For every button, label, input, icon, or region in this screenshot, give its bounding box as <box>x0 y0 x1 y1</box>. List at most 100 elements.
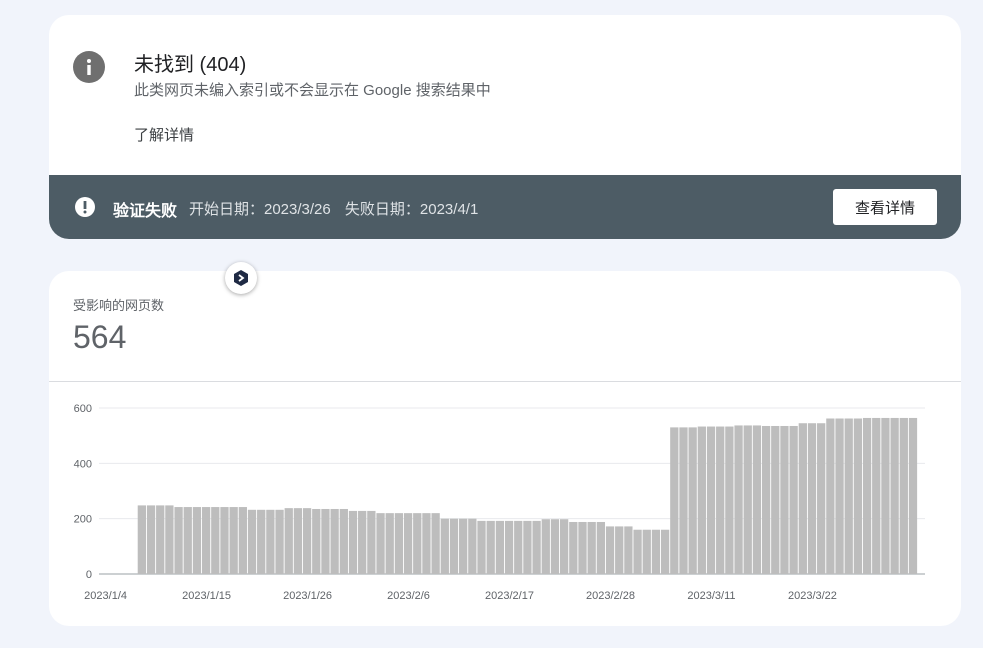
issue-title: 未找到 (404) <box>134 54 247 76</box>
chart-bar <box>569 521 578 574</box>
chart-bar <box>459 518 468 574</box>
chart-bar <box>165 505 174 574</box>
chart-bar <box>137 505 146 574</box>
chart-bar <box>477 520 486 574</box>
chart-bar <box>771 425 780 574</box>
chart-bar <box>257 509 266 574</box>
chart-bar <box>697 426 706 574</box>
chart-bar <box>624 526 633 574</box>
chart-bar <box>275 509 284 574</box>
chart-bar <box>688 427 697 574</box>
start-date: 开始日期：2023/3/26 <box>189 201 331 218</box>
chart-bar <box>192 507 202 574</box>
chart-bar <box>238 507 247 574</box>
validation-status-bar: 验证失败 开始日期：2023/3/26 失败日期：2023/4/1 查看详情 <box>49 175 961 239</box>
chart-bar <box>514 520 523 574</box>
chart-bar <box>642 529 651 574</box>
chart-bar <box>367 510 376 574</box>
x-tick-label: 2023/2/17 <box>485 590 534 602</box>
chart-bar <box>844 418 853 574</box>
chart-bar <box>321 508 330 574</box>
chart-bar <box>413 513 422 574</box>
chart-bar <box>468 518 477 574</box>
chart-bar <box>890 417 899 574</box>
chart-bar <box>266 509 275 574</box>
chart-bar <box>752 425 762 574</box>
chart-bar <box>899 417 908 574</box>
chart-bar <box>651 529 661 574</box>
chart-bar <box>706 426 716 574</box>
annotation-marker[interactable] <box>225 262 257 294</box>
learn-more-link[interactable]: 了解详情 <box>134 124 194 145</box>
x-tick-label: 2023/2/6 <box>387 590 430 602</box>
chart-bar <box>560 519 569 574</box>
chart-bar <box>605 526 615 574</box>
annotation-icon <box>234 270 248 286</box>
y-tick-label: 200 <box>74 514 92 526</box>
chart-bar <box>835 418 844 574</box>
validation-status: 验证失败 <box>113 203 178 220</box>
issue-card: 未找到 (404) 此类网页未编入索引或不会显示在 Google 搜索结果中 了… <box>49 15 961 239</box>
issue-subtitle: 此类网页未编入索引或不会显示在 Google 搜索结果中 <box>134 82 491 99</box>
x-tick-label: 2023/1/26 <box>283 590 332 602</box>
chart-bar <box>358 510 367 574</box>
chart-bar <box>495 520 505 574</box>
chart-bar <box>789 425 798 574</box>
chart-bar <box>330 508 339 574</box>
chart-bar <box>504 520 514 574</box>
y-tick-label: 0 <box>86 569 92 581</box>
alert-icon <box>75 197 95 217</box>
chart-bar <box>725 426 734 574</box>
chart-bar <box>615 526 624 574</box>
chart-bar <box>486 520 495 574</box>
chart-bar <box>403 513 413 574</box>
fail-date: 失败日期：2023/4/1 <box>344 201 479 218</box>
chart-bar <box>302 508 312 574</box>
x-tick-label: 2023/3/11 <box>687 590 735 602</box>
chart-bar <box>550 519 560 574</box>
chart-bar <box>578 521 587 574</box>
chart-bar <box>146 505 156 574</box>
chart-bar <box>660 529 670 574</box>
chart-bar <box>780 425 789 574</box>
chart-bar <box>807 423 817 574</box>
x-tick-label: 2023/3/22 <box>788 590 837 602</box>
chart-bar <box>394 513 404 574</box>
view-details-button[interactable]: 查看详情 <box>833 189 937 225</box>
affected-pages-value: 564 <box>73 319 127 355</box>
chart-bar <box>826 418 835 574</box>
chart-bar <box>339 508 348 574</box>
chart-bar <box>312 508 321 574</box>
chart-bar <box>734 425 743 574</box>
chart-bar <box>385 513 394 574</box>
y-tick-label: 400 <box>74 458 92 470</box>
chart-bar <box>229 507 238 574</box>
chart-bar <box>872 417 881 574</box>
chart-bar <box>348 510 358 574</box>
chart-bar <box>156 505 165 574</box>
y-tick-label: 600 <box>74 403 92 415</box>
chart-bar <box>220 507 229 574</box>
chart-bar <box>422 513 431 574</box>
validation-dates: 开始日期：2023/3/26 失败日期：2023/4/1 <box>189 198 488 219</box>
chart-bar <box>376 513 385 574</box>
chart-bar <box>247 509 257 574</box>
chart-bar <box>596 521 605 574</box>
chart-bar <box>183 507 192 574</box>
chart-bar <box>201 507 211 574</box>
chart-bar <box>761 425 771 574</box>
x-tick-label: 2023/1/4 <box>84 590 127 602</box>
chart-bar <box>211 507 220 574</box>
affected-pages-chart: 0 200 400 600 2023/1/4 2023/1/15 2023/1/26 2023… <box>74 403 925 602</box>
chart-bar <box>853 418 863 574</box>
chart-bar <box>284 508 293 574</box>
chart-bar <box>817 423 826 574</box>
chart-bar <box>449 518 459 574</box>
x-tick-label: 2023/1/15 <box>182 590 231 602</box>
chart-bar <box>670 427 679 574</box>
chart-bar <box>716 426 725 574</box>
chart-bar <box>798 423 807 574</box>
chart-card: 受影响的网页数 564 0 200 400 600 2023/1/4 2023/1/15 2… <box>49 271 961 626</box>
chart-bar <box>881 417 890 574</box>
chart-bar <box>862 417 872 574</box>
